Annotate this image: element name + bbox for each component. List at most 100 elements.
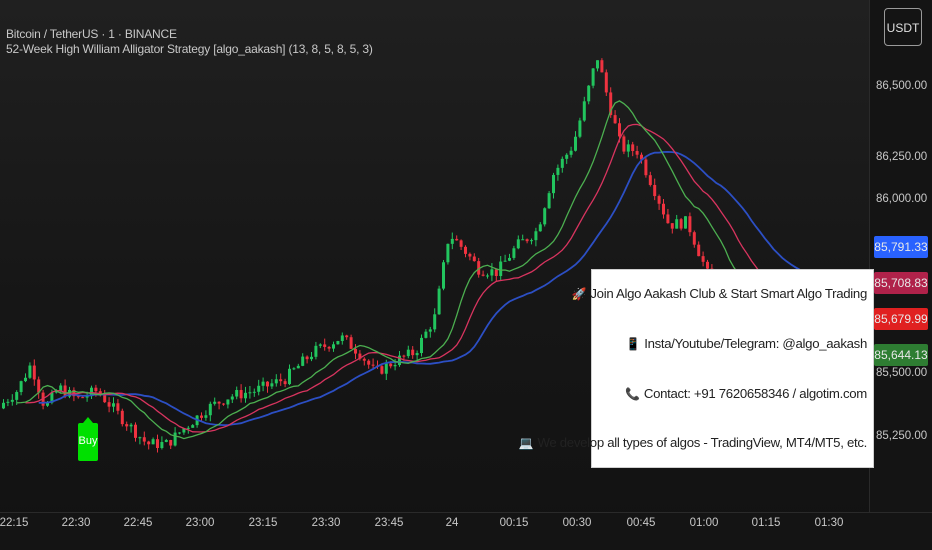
candle-body <box>675 219 679 229</box>
buy-label: Buy <box>78 435 98 447</box>
candle-body <box>107 402 111 407</box>
candle-body <box>600 60 604 73</box>
price-badge-teeth: 85,708.83 <box>874 272 928 294</box>
candle-body <box>288 368 291 385</box>
candle-body <box>305 356 309 360</box>
info-line-text: We develop all types of algos - TradingV… <box>537 435 867 450</box>
candle-body <box>235 390 239 397</box>
candle-body <box>169 439 173 446</box>
candle-body <box>24 377 27 382</box>
candle-body <box>459 240 463 247</box>
candle-body <box>578 120 582 137</box>
candle-body <box>349 337 353 349</box>
candle-body <box>582 101 586 121</box>
candle-body <box>151 439 155 445</box>
candle-body <box>499 261 503 277</box>
candle-body <box>226 399 230 405</box>
candle-body <box>213 401 217 404</box>
candle-body <box>332 344 335 349</box>
time-label: 24 <box>445 517 459 529</box>
candle-body <box>248 392 252 394</box>
time-label: 22:45 <box>123 517 153 529</box>
info-line-text: Contact: +91 7620658346 / algotim.com <box>643 386 867 401</box>
candle-body <box>468 253 472 257</box>
candle-body <box>32 365 36 380</box>
info-line-services: 💻 We develop all types of algos - Trading… <box>519 435 868 450</box>
candle-body <box>336 341 340 345</box>
candle-body <box>596 60 599 69</box>
candle-body <box>301 356 305 366</box>
candle-body <box>534 231 538 241</box>
candle-body <box>666 214 670 224</box>
candle-body <box>222 403 225 405</box>
candle-body <box>503 260 507 262</box>
candle-body <box>217 401 221 404</box>
candle-body <box>160 442 164 448</box>
candle-body <box>521 239 525 241</box>
candle-body <box>455 238 459 241</box>
candle-body <box>384 363 388 374</box>
indicator-title[interactable]: 52-Week High William Alligator Strategy … <box>6 42 373 56</box>
candle-body <box>670 223 674 229</box>
time-label: 00:30 <box>562 517 592 529</box>
candle-body <box>244 392 247 399</box>
candle-body <box>191 425 195 428</box>
candle-body <box>279 379 283 382</box>
candle-body <box>323 344 327 347</box>
symbol-title: Bitcoin / TetherUS · 1 · BINANCE <box>6 27 177 41</box>
phone-icon: 📱 <box>625 337 641 351</box>
candle-body <box>446 243 450 263</box>
candle-body <box>490 269 494 276</box>
candle-body <box>318 344 322 346</box>
candle-body <box>147 441 151 445</box>
candle-body <box>178 432 181 434</box>
candle-body <box>556 167 560 175</box>
price-label: 86,500.00 <box>876 80 928 92</box>
candle-body <box>252 391 256 393</box>
candle-body <box>701 256 705 262</box>
candle-body <box>657 196 661 204</box>
price-label: 86,250.00 <box>876 151 928 163</box>
currency-button[interactable]: USDT <box>884 8 922 46</box>
candle-body <box>367 360 371 365</box>
candle-body <box>398 355 401 366</box>
candle-body <box>310 356 313 360</box>
candle-body <box>424 331 428 338</box>
time-label: 01:00 <box>689 517 719 529</box>
candle-body <box>389 363 393 367</box>
candle-body <box>173 432 177 446</box>
candle-body <box>142 437 146 442</box>
candle-body <box>345 335 349 338</box>
candle-body <box>354 348 357 354</box>
candle-body <box>406 349 410 357</box>
time-label: 23:15 <box>248 517 278 529</box>
candle-body <box>508 257 511 261</box>
chart-window: Bitcoin / TetherUS · 1 · BINANCE 52-Week… <box>0 0 932 550</box>
info-line-club: 🚀 Join Algo Aakash Club & Start Smart Alg… <box>572 286 868 301</box>
candle-body <box>569 150 573 155</box>
candle-body <box>486 275 489 277</box>
candle-body <box>481 274 485 276</box>
time-label: 01:30 <box>814 517 844 529</box>
candle-body <box>587 85 591 102</box>
candle-body <box>662 203 665 215</box>
info-line-text: Insta/Youtube/Telegram: @algo_aakash <box>644 336 867 351</box>
candle-body <box>134 424 137 438</box>
candle-body <box>340 335 344 342</box>
candle-body <box>428 329 432 332</box>
candle-body <box>512 248 516 258</box>
candle-body <box>200 415 203 418</box>
candle-body <box>362 358 366 361</box>
info-line-text: Join Algo Aakash Club & Start Smart Algo… <box>590 286 867 301</box>
candle-body <box>604 72 608 93</box>
candle-body <box>653 184 657 197</box>
candle-body <box>327 346 331 349</box>
candle-body <box>274 379 278 384</box>
candle-body <box>156 439 159 448</box>
candle-body <box>622 136 626 152</box>
promo-info-box: 🚀 Join Algo Aakash Club & Start Smart Alg… <box>519 269 874 468</box>
candle-body <box>186 427 190 429</box>
candle-body <box>442 262 445 289</box>
time-label: 00:45 <box>626 517 656 529</box>
candle-body <box>112 403 115 407</box>
